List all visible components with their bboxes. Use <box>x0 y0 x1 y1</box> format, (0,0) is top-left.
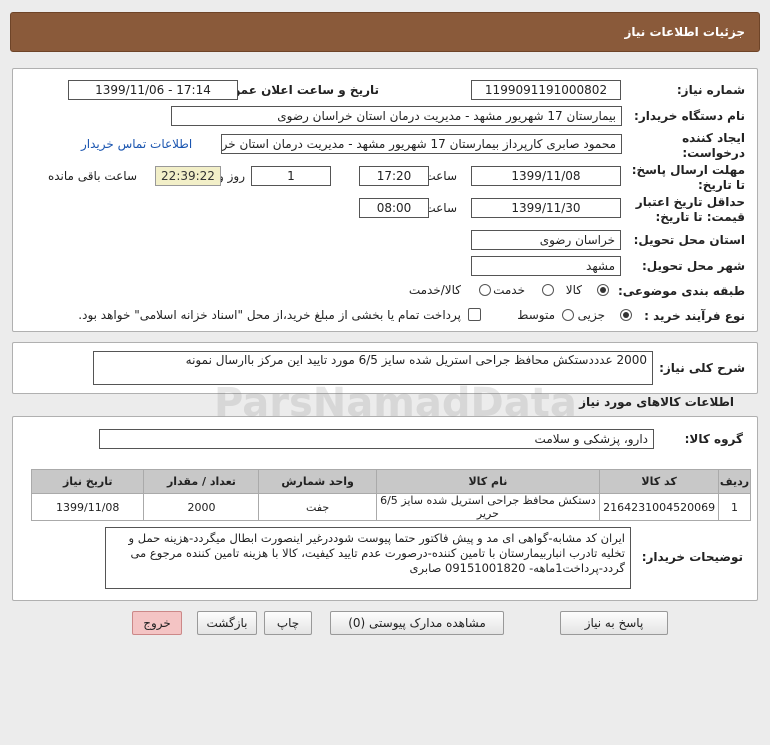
header-item-name: نام کالا <box>375 469 601 494</box>
goods-section-title: اطلاعات کالاهای مورد نیاز <box>579 395 734 409</box>
buyer-label: نام دستگاه خریدار: <box>634 109 745 123</box>
category-option-goods: کالا <box>565 283 582 297</box>
category-radio-goods[interactable] <box>597 284 609 296</box>
header-need-date: تاریخ نیاز <box>30 469 145 494</box>
validity-label-line2: قیمت: تا تاریخ: <box>655 210 745 224</box>
back-button[interactable]: بازگشت <box>197 611 257 635</box>
cell-item-name: دستکش محافظ جراحی استریل شده سایز 6/5 حر… <box>375 493 601 521</box>
process-radio-medium[interactable] <box>562 309 574 321</box>
goods-group-field: دارو، پزشکی و سلامت <box>99 429 654 449</box>
city-field: مشهد <box>471 256 621 276</box>
contact-buyer-link[interactable]: اطلاعات تماس خریدار <box>81 137 192 151</box>
city-label: شهر محل تحویل: <box>641 259 745 273</box>
header-unit: واحد شمارش <box>258 469 377 494</box>
cell-need-date: 1399/11/08 <box>30 493 145 521</box>
page-header: جزئیات اطلاعات نیاز <box>10 12 760 52</box>
buyer-notes-field: ایران کد مشابه-گواهی ای مد و پیش فاکتور … <box>105 527 631 589</box>
header-item-code: کد کالا <box>599 469 720 494</box>
validity-date-field: 1399/11/30 <box>471 198 621 218</box>
goods-group-label: گروه کالا: <box>684 432 743 446</box>
goods-table-header: ردیف کد کالا نام کالا واحد شمارش تعداد /… <box>30 469 751 494</box>
buyer-notes-label: توضیحات خریدار: <box>641 550 743 564</box>
validity-time-field: 08:00 <box>359 198 429 218</box>
province-label: استان محل تحویل: <box>633 233 745 247</box>
days-label: روز و <box>218 169 245 183</box>
treasury-payment-note: پرداخت تمام یا بخشی از مبلغ خرید،از محل … <box>78 308 461 322</box>
buyer-field: بیمارستان 17 شهریور مشهد - مدیریت درمان … <box>171 106 622 126</box>
page-title: جزئیات اطلاعات نیاز <box>624 25 745 39</box>
creator-label-line1: ایجاد کننده <box>682 131 745 145</box>
reply-time-label: ساعت <box>424 169 457 183</box>
category-radio-both[interactable] <box>479 284 491 296</box>
table-row: 1 2164231004520069 دستکش محافظ جراحی است… <box>30 493 751 521</box>
reply-deadline-label-line2: تا تاریخ: <box>697 178 745 192</box>
need-info-panel: شماره نیاز: 1199091191000802 تاریخ و ساع… <box>12 68 758 332</box>
process-option-minor: جزیی <box>577 308 605 322</box>
reply-to-need-button[interactable]: پاسخ به نیاز <box>560 611 668 635</box>
validity-time-label: ساعت <box>424 201 457 215</box>
category-option-both: کالا/خدمت <box>408 283 461 297</box>
remaining-time-label: ساعت باقی مانده <box>47 169 137 183</box>
creator-label-line2: درخواست: <box>682 146 745 160</box>
cell-item-code: 2164231004520069 <box>599 493 720 521</box>
process-radio-minor[interactable] <box>620 309 632 321</box>
creator-field: محمود صابری کارپرداز بیمارستان 17 شهریور… <box>221 134 622 154</box>
category-option-service: خدمت <box>493 283 525 297</box>
announce-field: 1399/11/06 - 17:14 <box>68 80 238 100</box>
cell-unit: جفت <box>258 493 377 521</box>
summary-label: شرح کلی نیاز: <box>659 361 745 375</box>
need-number-field: 1199091191000802 <box>471 80 621 100</box>
goods-panel: گروه کالا: دارو، پزشکی و سلامت ردیف کد ک… <box>12 416 758 601</box>
days-field: 1 <box>251 166 331 186</box>
view-attachments-button[interactable]: مشاهده مدارک پیوستی (0) <box>330 611 504 635</box>
process-option-medium: متوسط <box>517 308 555 322</box>
process-label: نوع فرآیند خرید : <box>644 309 745 323</box>
print-button[interactable]: چاپ <box>264 611 312 635</box>
summary-panel: شرح کلی نیاز: 2000 عدددستکش محافظ جراحی … <box>12 342 758 394</box>
need-number-label: شماره نیاز: <box>676 83 745 97</box>
province-field: خراسان رضوی <box>471 230 621 250</box>
treasury-payment-checkbox[interactable] <box>468 308 481 321</box>
cell-quantity: 2000 <box>143 493 260 521</box>
validity-label-line1: حداقل تاریخ اعتبار <box>635 195 745 209</box>
cell-row-number: 1 <box>718 493 751 521</box>
reply-deadline-label-line1: مهلت ارسال پاسخ: <box>631 163 745 177</box>
header-quantity: تعداد / مقدار <box>143 469 260 494</box>
summary-field: 2000 عدددستکش محافظ جراحی استریل شده سای… <box>93 351 653 385</box>
exit-button[interactable]: خروج <box>132 611 182 635</box>
reply-time-field: 17:20 <box>359 166 429 186</box>
remaining-time-field: 22:39:22 <box>155 166 221 186</box>
goods-table: ردیف کد کالا نام کالا واحد شمارش تعداد /… <box>30 469 751 521</box>
header-row-number: ردیف <box>718 469 751 494</box>
reply-date-field: 1399/11/08 <box>471 166 621 186</box>
category-radio-service[interactable] <box>542 284 554 296</box>
category-label: طبقه بندی موضوعی: <box>617 284 745 298</box>
